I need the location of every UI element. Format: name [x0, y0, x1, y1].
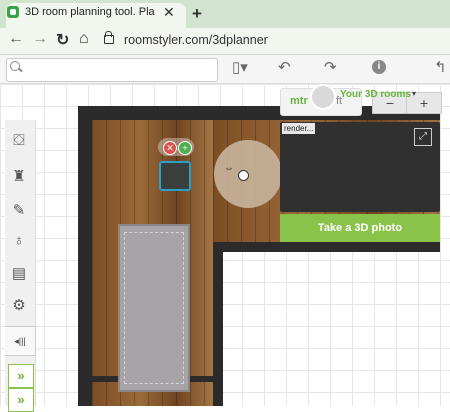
confirm-item-button[interactable]: +: [178, 141, 192, 155]
redo-icon[interactable]: ↷: [324, 58, 337, 76]
your-rooms-link[interactable]: Your 3D rooms: [340, 89, 411, 100]
search-input[interactable]: [6, 58, 218, 82]
armchair-item[interactable]: [159, 161, 191, 191]
forward-button[interactable]: →: [32, 30, 48, 48]
expand-chevron-icon[interactable]: »: [8, 364, 34, 388]
camera-position-handle[interactable]: [238, 170, 249, 181]
url-text[interactable]: roomstyler.com/3dplanner: [124, 33, 268, 47]
undo-icon[interactable]: ↶: [278, 58, 291, 76]
rug-pattern: [124, 232, 184, 384]
remove-item-button[interactable]: ✕: [163, 141, 177, 155]
more-icon[interactable]: ↰: [434, 58, 447, 76]
tab-title: 3D room planning tool. Plan your: [25, 6, 155, 18]
collapse-panel-button[interactable]: ◂|||: [5, 326, 36, 356]
site-favicon-icon: [7, 6, 19, 18]
page-icon[interactable]: ▯▾: [232, 58, 248, 76]
lamp-icon[interactable]: ♁: [9, 232, 29, 252]
reload-button[interactable]: ↻: [56, 30, 69, 50]
clipboard-icon[interactable]: ▤: [9, 264, 29, 284]
tab-close-icon[interactable]: ✕: [163, 4, 175, 21]
wall-inner-horizontal[interactable]: [213, 242, 440, 252]
render-status: render...: [282, 123, 316, 134]
paint-bucket-icon[interactable]: ⛋: [9, 132, 29, 152]
settings-icon[interactable]: ⚙: [9, 296, 29, 316]
new-tab-button[interactable]: +: [192, 4, 202, 24]
brush-icon[interactable]: ✎: [9, 201, 29, 221]
wall-inner-vertical[interactable]: [213, 252, 223, 406]
lock-icon[interactable]: [104, 31, 114, 44]
armchair-icon[interactable]: ♜: [9, 167, 29, 187]
avatar[interactable]: [310, 84, 336, 110]
fullscreen-icon[interactable]: ⤢: [414, 128, 432, 146]
camera-rotate-icon[interactable]: ⇔: [224, 163, 234, 174]
back-button[interactable]: ←: [8, 30, 24, 48]
expand-chevron-icon[interactable]: »: [8, 388, 34, 412]
unit-metric[interactable]: mtr: [290, 95, 308, 107]
chevron-down-icon[interactable]: ▾: [412, 89, 416, 98]
wall-left[interactable]: [78, 106, 92, 406]
info-icon[interactable]: i: [372, 60, 386, 74]
home-button[interactable]: ⌂: [79, 30, 89, 48]
search-icon: [10, 61, 20, 71]
take-3d-photo-button[interactable]: Take a 3D photo: [280, 214, 440, 242]
